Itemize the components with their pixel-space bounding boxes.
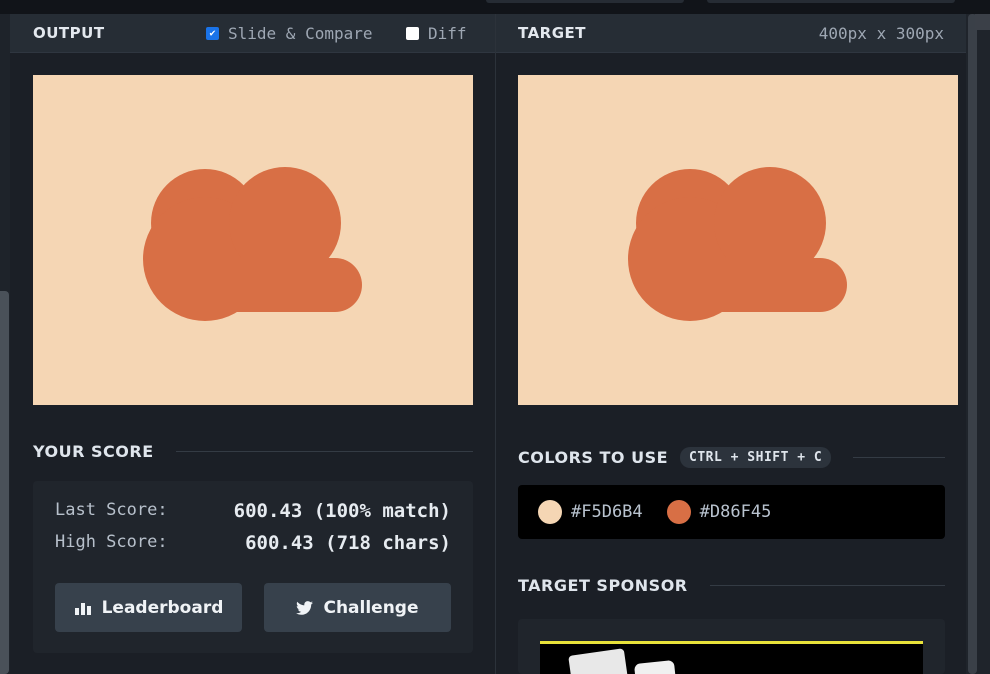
heading-rule	[175, 451, 473, 452]
score-title: YOUR SCORE	[33, 442, 154, 461]
sponsor-heading: TARGET SPONSOR	[518, 576, 945, 595]
slide-compare-toggle[interactable]: ✔ Slide & Compare	[206, 24, 373, 43]
twitter-icon	[296, 600, 314, 615]
score-card: Last Score: 600.43 (100% match) High Sco…	[33, 481, 473, 653]
diff-label: Diff	[428, 24, 467, 43]
target-cloud-drawing	[628, 167, 847, 321]
colors-heading: COLORS TO USE CTRL + SHIFT + C	[518, 447, 945, 468]
left-scrollbar[interactable]	[0, 291, 9, 674]
top-tab[interactable]	[486, 0, 684, 3]
target-header: TARGET 400px x 300px	[496, 14, 966, 53]
diff-checkbox[interactable]	[406, 27, 419, 40]
color-dot	[666, 500, 691, 524]
high-score-value: 600.43 (718 chars)	[245, 532, 451, 554]
heading-rule	[709, 585, 945, 586]
sponsor-graphic	[633, 659, 677, 674]
color-palette: #F5D6B4 #D86F45	[518, 485, 945, 539]
color-swatch[interactable]: #F5D6B4	[538, 500, 643, 524]
top-tab[interactable]	[707, 0, 955, 3]
output-cloud	[143, 167, 362, 321]
slide-compare-label: Slide & Compare	[228, 24, 373, 43]
leaderboard-label: Leaderboard	[101, 597, 224, 618]
last-score-row: Last Score: 600.43 (100% match)	[55, 500, 451, 522]
color-hex[interactable]: #D86F45	[700, 502, 772, 522]
last-score-value: 600.43 (100% match)	[233, 500, 451, 522]
sponsor-title: TARGET SPONSOR	[518, 576, 688, 595]
scroll-corner	[975, 14, 990, 30]
high-score-row: High Score: 600.43 (718 chars)	[55, 532, 451, 554]
colors-title: COLORS TO USE	[518, 448, 669, 467]
target-dimensions: 400px x 300px	[818, 24, 944, 43]
high-score-label: High Score:	[55, 532, 168, 552]
challenge-label: Challenge	[323, 597, 419, 618]
challenge-button[interactable]: Challenge	[264, 583, 451, 632]
heading-rule	[853, 457, 945, 458]
sponsor-image[interactable]	[540, 641, 923, 674]
sponsor-graphic	[568, 648, 628, 674]
last-score-label: Last Score:	[55, 500, 168, 520]
output-title: OUTPUT	[33, 24, 105, 42]
diff-toggle[interactable]: Diff	[406, 24, 467, 43]
output-canvas[interactable]	[33, 75, 473, 405]
color-swatch[interactable]: #D86F45	[666, 500, 772, 524]
copy-shortcut-badge: CTRL + SHIFT + C	[680, 447, 832, 468]
output-header: OUTPUT ✔ Slide & Compare Diff	[10, 14, 495, 53]
output-cloud-drawing	[143, 167, 362, 321]
slide-compare-checkbox[interactable]: ✔	[206, 27, 219, 40]
cloud-base	[205, 258, 335, 312]
right-scroll-track	[966, 14, 990, 674]
target-canvas	[518, 75, 958, 405]
color-hex[interactable]: #F5D6B4	[571, 502, 643, 522]
sponsor-card[interactable]	[518, 619, 945, 674]
top-bar	[0, 0, 990, 14]
color-dot	[538, 500, 562, 524]
target-title: TARGET	[518, 24, 587, 42]
right-scrollbar[interactable]	[968, 14, 977, 674]
cloud-base	[690, 258, 820, 312]
left-gutter	[0, 14, 10, 674]
target-cloud	[628, 167, 847, 321]
leaderboard-button[interactable]: Leaderboard	[55, 583, 242, 632]
panel-divider	[495, 14, 496, 674]
bar-chart-icon	[74, 601, 92, 615]
score-heading: YOUR SCORE	[33, 442, 473, 461]
